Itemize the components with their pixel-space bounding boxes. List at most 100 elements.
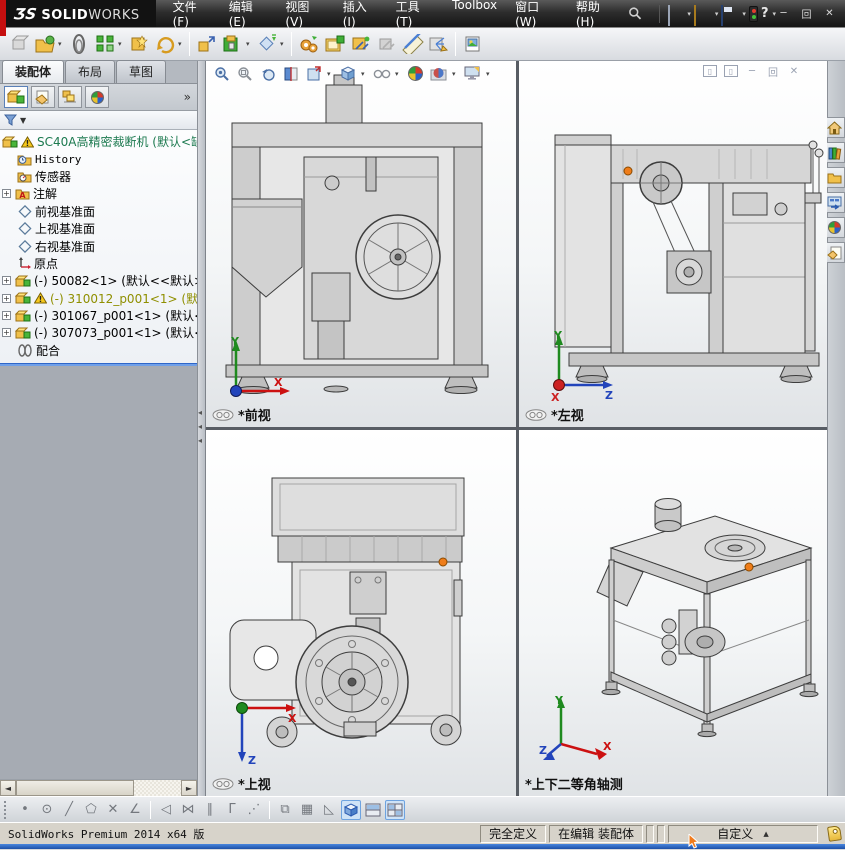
panel-splitter[interactable]: ◂ ◂ ◂ (198, 61, 206, 796)
view-settings-icon[interactable] (463, 64, 482, 83)
scene-caret-icon[interactable]: ▾ (452, 70, 459, 78)
rotate-component-icon[interactable] (152, 31, 177, 57)
view-palette-icon[interactable] (825, 192, 845, 213)
expand-icon[interactable]: + (2, 294, 11, 303)
save-caret-icon[interactable]: ▾ (742, 10, 746, 18)
sketch-line-icon[interactable]: ╱ (59, 800, 79, 820)
expand-icon[interactable]: + (2, 189, 11, 198)
filter-caret-icon[interactable]: ▼ (20, 116, 26, 125)
menu-view[interactable]: 视图(V) (276, 0, 333, 33)
scroll-left-icon[interactable]: ◄ (0, 780, 16, 796)
orientation-caret-icon[interactable]: ▾ (361, 70, 368, 78)
open-part-caret-icon[interactable]: ▾ (58, 40, 65, 48)
view-selector-sheet-icon[interactable] (304, 64, 323, 83)
snap-parallel-icon[interactable]: ∥ (200, 800, 220, 820)
file-explorer-icon[interactable] (825, 167, 845, 188)
restore-button[interactable]: 回 (799, 7, 814, 20)
sketch-cross-icon[interactable]: ✕ (103, 800, 123, 820)
filter-funnel-icon[interactable] (4, 114, 17, 126)
panel-horizontal-scrollbar[interactable]: ◄ ► (0, 779, 197, 796)
zoom-to-area-icon[interactable] (235, 64, 254, 83)
grid-snap-icon[interactable]: ▦ (297, 800, 317, 820)
viewsettings-caret-icon[interactable]: ▾ (486, 70, 493, 78)
tab-layout[interactable]: 布局 (65, 60, 115, 83)
pane-left-icon[interactable]: ▯ (703, 65, 717, 77)
units-caret-icon[interactable]: ▲ (763, 830, 768, 838)
appearance-manager-tab-icon[interactable] (85, 86, 109, 108)
tree-item-sensors[interactable]: 传感器 (2, 168, 197, 185)
viewport-isometric[interactable]: Y X Z *上下二等角轴测 (519, 430, 827, 796)
snap-perpendicular-icon[interactable]: Γ (222, 800, 242, 820)
tab-sketch[interactable]: 草图 (116, 60, 166, 83)
viewport-divider-horizontal[interactable] (206, 427, 827, 430)
appearance-image-icon[interactable] (460, 31, 485, 57)
move-component-icon[interactable] (194, 31, 219, 57)
dimension-standard-icon[interactable]: ⧉ (275, 800, 295, 820)
viewport-top[interactable]: X Z *上视 (206, 430, 516, 796)
tree-item-front-plane[interactable]: 前视基准面 (2, 203, 197, 220)
expand-icon[interactable]: + (2, 328, 11, 337)
tree-item-annotations[interactable]: + A 注解 (2, 185, 197, 202)
apply-scene-icon[interactable] (429, 64, 448, 83)
doc-restore-button[interactable]: 回 (766, 65, 780, 77)
custom-properties-icon[interactable] (825, 242, 845, 263)
pattern-caret-icon[interactable]: ▾ (118, 40, 125, 48)
tree-item-top-plane[interactable]: 上视基准面 (2, 220, 197, 237)
appearances-icon[interactable] (825, 217, 845, 238)
feature-tree-tab-icon[interactable] (4, 86, 28, 108)
expand-icon[interactable]: + (2, 276, 11, 285)
view-orientation-cube-icon[interactable] (338, 64, 357, 83)
new-document-icon[interactable] (668, 5, 670, 26)
rotate-caret-icon[interactable]: ▾ (178, 40, 185, 48)
sketch-point-icon[interactable]: • (15, 800, 35, 820)
hide-show-items-icon[interactable] (372, 64, 391, 83)
tree-item-component-50082[interactable]: + (-) 50082<1> (默认<<默认>_ (2, 272, 197, 289)
save-icon[interactable] (721, 5, 723, 26)
smart-fasteners-icon[interactable] (126, 31, 151, 57)
snap-intersect-icon[interactable]: ⋈ (178, 800, 198, 820)
tree-item-root[interactable]: ! SC40A高精密裁断机 (默认<缺 (2, 133, 197, 150)
open-part-icon[interactable] (32, 31, 57, 57)
scrollbar-thumb[interactable] (16, 780, 134, 796)
tree-item-component-307073[interactable]: + (-) 307073_p001<1> (默认<缺 (2, 324, 197, 341)
menu-edit[interactable]: 编辑(E) (220, 0, 277, 33)
doc-close-button[interactable]: ✕ (787, 65, 801, 77)
tree-item-component-301067[interactable]: + (-) 301067_p001<1> (默认<缺 (2, 307, 197, 324)
units-label[interactable]: 自定义 (717, 825, 753, 842)
edit-component-icon[interactable] (6, 31, 31, 57)
new-motion-study-icon[interactable] (296, 31, 321, 57)
zoom-to-fit-icon[interactable] (212, 64, 231, 83)
two-viewport-icon[interactable] (363, 800, 383, 820)
splitter-collapse-arrows[interactable]: ◂ ◂ ◂ (198, 409, 202, 445)
help-icon[interactable]: ? (761, 6, 769, 21)
snap-trace-icon[interactable]: ⋰ (244, 800, 264, 820)
viewport-left[interactable]: Y Z X *左视 (519, 61, 827, 427)
triangle-snap-icon[interactable]: ◺ (319, 800, 339, 820)
rebuild-traffic-light-icon[interactable] (749, 6, 758, 22)
shaded-with-edges-icon[interactable] (341, 800, 361, 820)
refgeo-caret-icon[interactable]: ▾ (280, 40, 287, 48)
tab-assembly[interactable]: 装配体 (2, 60, 64, 83)
mass-properties-icon[interactable] (426, 31, 451, 57)
reference-geometry-icon[interactable] (254, 31, 279, 57)
sketch-circle-icon[interactable]: ⊙ (37, 800, 57, 820)
tree-item-right-plane[interactable]: 右视基准面 (2, 237, 197, 254)
new-caret-icon[interactable]: ▾ (687, 10, 691, 18)
features-caret-icon[interactable]: ▾ (246, 40, 253, 48)
search-icon[interactable] (627, 6, 642, 22)
menu-help[interactable]: 帮助(H) (567, 0, 625, 33)
tree-item-component-310012[interactable]: + ! (-) 310012_p001<1> (默认 (2, 290, 197, 307)
sheet-caret-icon[interactable]: ▾ (327, 70, 334, 78)
tree-item-mates[interactable]: 配合 (2, 342, 197, 359)
exploded-view-icon[interactable] (322, 31, 347, 57)
open-caret-icon[interactable]: ▾ (715, 10, 719, 18)
menu-toolbox[interactable]: Toolbox (443, 0, 506, 33)
mate-icon[interactable] (66, 31, 91, 57)
menu-tools[interactable]: 工具(T) (387, 0, 443, 33)
menu-insert[interactable]: 插入(I) (334, 0, 387, 33)
tag-icon[interactable] (827, 825, 842, 842)
home-icon[interactable] (825, 117, 845, 138)
previous-view-icon[interactable] (258, 64, 277, 83)
expand-icon[interactable]: + (2, 311, 11, 320)
section-view-icon[interactable] (281, 64, 300, 83)
